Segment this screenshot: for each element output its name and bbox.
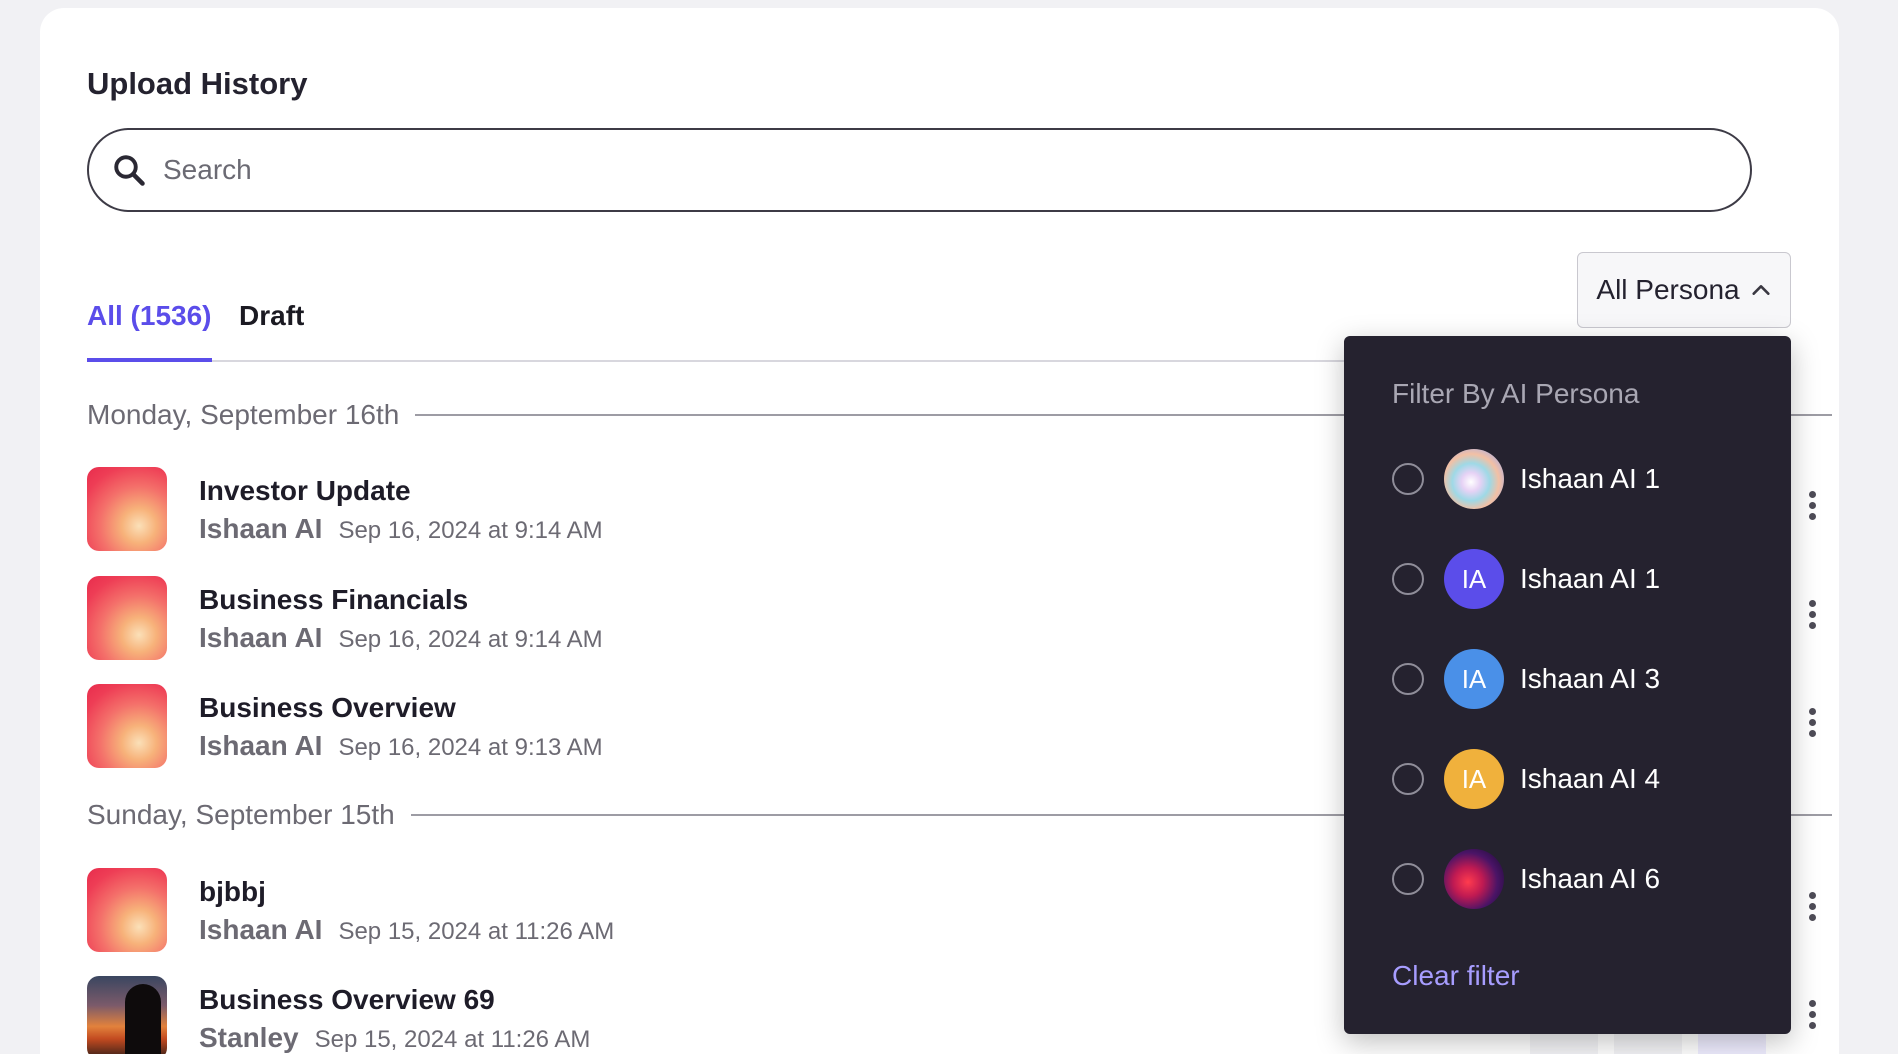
persona-option-label: Ishaan AI 6 <box>1520 863 1661 894</box>
chevron-up-icon <box>1751 285 1770 295</box>
persona-option[interactable]: Ishaan AI 6 <box>1392 848 1772 910</box>
item-title: Business Overview 69 <box>199 984 495 1015</box>
persona-option-label: Ishaan AI 1 <box>1520 563 1661 594</box>
persona-option[interactable]: IA Ishaan AI 3 <box>1392 648 1772 710</box>
item-date: Sep 15, 2024 at 11:26 AM <box>314 1026 591 1053</box>
more-options-icon[interactable] <box>1802 600 1822 640</box>
item-author: Stanley <box>199 1022 299 1053</box>
tab-bar: All (1536) Draft <box>87 290 1377 362</box>
clear-filter-link[interactable]: Clear filter <box>1392 960 1520 992</box>
tab-draft[interactable]: Draft <box>239 300 304 332</box>
persona-option[interactable]: Ishaan AI 1 <box>1392 448 1772 510</box>
more-options-icon[interactable] <box>1802 708 1822 748</box>
persona-option[interactable]: IA Ishaan AI 4 <box>1392 748 1772 810</box>
avatar <box>1444 449 1504 509</box>
item-meta: Ishaan AI Sep 16, 2024 at 9:13 AM <box>199 730 603 762</box>
search-icon <box>114 155 145 186</box>
more-options-icon[interactable] <box>1802 1000 1822 1040</box>
radio-button[interactable] <box>1392 663 1424 695</box>
item-date: Sep 16, 2024 at 9:14 AM <box>338 517 603 544</box>
item-title: bjbbj <box>199 876 266 907</box>
item-author: Ishaan AI <box>199 914 323 945</box>
radio-button[interactable] <box>1392 763 1424 795</box>
avatar: IA <box>1444 649 1504 709</box>
item-title: Investor Update <box>199 475 411 506</box>
search-box[interactable] <box>87 128 1752 212</box>
item-thumbnail <box>87 684 167 768</box>
persona-option-label: Ishaan AI 3 <box>1520 663 1661 694</box>
avatar: IA <box>1444 549 1504 609</box>
more-options-icon[interactable] <box>1802 892 1822 932</box>
persona-option-label: Ishaan AI 4 <box>1520 763 1661 794</box>
date-label: Monday, September 16th <box>87 399 400 430</box>
item-meta: Stanley Sep 15, 2024 at 11:26 AM <box>199 1022 590 1054</box>
item-thumbnail <box>87 467 167 551</box>
item-date: Sep 16, 2024 at 9:14 AM <box>338 626 603 653</box>
upload-history-card: Upload History All (1536) Draft All Pers… <box>40 8 1839 1054</box>
radio-button[interactable] <box>1392 563 1424 595</box>
dropdown-title: Filter By AI Persona <box>1392 378 1640 409</box>
item-meta: Ishaan AI Sep 16, 2024 at 9:14 AM <box>199 513 603 545</box>
tab-all[interactable]: All (1536) <box>87 300 212 362</box>
item-author: Ishaan AI <box>199 730 323 761</box>
avatar: IA <box>1444 749 1504 809</box>
item-thumbnail <box>87 976 167 1054</box>
search-input[interactable] <box>163 154 1663 186</box>
more-options-icon[interactable] <box>1802 491 1822 531</box>
item-title: Business Overview <box>199 692 456 723</box>
persona-filter-label: All Persona <box>1596 274 1740 305</box>
item-author: Ishaan AI <box>199 513 323 544</box>
avatar <box>1444 849 1504 909</box>
radio-button[interactable] <box>1392 863 1424 895</box>
persona-option-label: Ishaan AI 1 <box>1520 463 1661 494</box>
date-label: Sunday, September 15th <box>87 799 395 830</box>
item-title: Business Financials <box>199 584 469 615</box>
item-date: Sep 15, 2024 at 11:26 AM <box>338 918 615 945</box>
item-meta: Ishaan AI Sep 15, 2024 at 11:26 AM <box>199 914 614 946</box>
persona-filter-button[interactable]: All Persona <box>1577 252 1791 328</box>
item-thumbnail <box>87 868 167 952</box>
item-date: Sep 16, 2024 at 9:13 AM <box>338 734 603 761</box>
persona-option[interactable]: IA Ishaan AI 1 <box>1392 548 1772 610</box>
item-thumbnail <box>87 576 167 660</box>
persona-filter-dropdown: Filter By AI Persona Ishaan AI 1 IA Isha… <box>1344 336 1791 1034</box>
item-meta: Ishaan AI Sep 16, 2024 at 9:14 AM <box>199 622 603 654</box>
radio-button[interactable] <box>1392 463 1424 495</box>
page-title: Upload History <box>87 66 308 101</box>
item-author: Ishaan AI <box>199 622 323 653</box>
